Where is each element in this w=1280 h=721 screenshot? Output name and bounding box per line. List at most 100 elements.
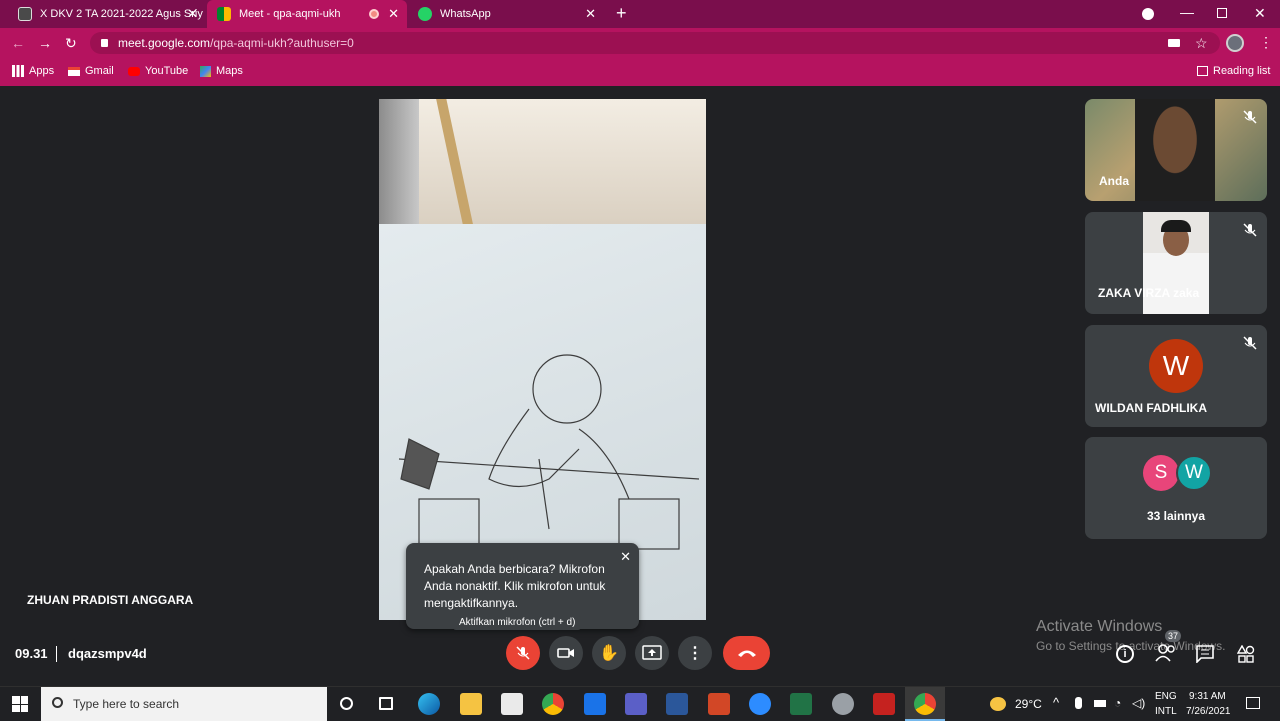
menu-icon[interactable]: ⋮ [1259,35,1273,49]
search-placeholder: Type here to search [73,697,180,711]
tab-classroom[interactable]: X DKV 2 TA 2021-2022 Agus Sriy ✕ [8,0,206,28]
profile-avatar[interactable] [1226,34,1244,52]
chrome-active-item[interactable] [905,687,945,721]
chrome-icon[interactable] [542,693,564,715]
meeting-details-icon[interactable]: i [1116,645,1134,663]
search-icon [52,697,63,708]
bookmark-gmail[interactable]: Gmail [68,65,114,77]
mic-tray-icon[interactable] [1075,697,1082,709]
cortana-icon[interactable] [340,697,353,710]
raise-hand-button[interactable]: ✋ [592,636,626,670]
lang-bottom[interactable]: INTL [1155,706,1177,717]
presenter-name: ZHUAN PRADISTI ANGGARA [27,593,194,607]
close-tab-icon[interactable]: ✕ [388,6,399,22]
bookmark-label: Gmail [85,65,114,77]
chat-icon [1196,645,1214,664]
excel-icon[interactable] [790,693,812,715]
meeting-time: 09.31 [15,646,48,661]
participant-tile-self[interactable]: Anda [1085,99,1267,201]
others-tile[interactable]: S W 33 lainnya [1085,437,1267,539]
minimize-icon[interactable]: — [1180,5,1194,19]
mic-off-icon [1243,223,1257,237]
activities-button[interactable] [1236,644,1255,668]
meet-icon [217,7,231,21]
start-button[interactable] [12,696,28,712]
more-options-button[interactable]: ⋮ [678,636,712,670]
app-icon[interactable] [832,693,854,715]
close-tab-icon[interactable]: ✕ [187,6,198,22]
battery-icon[interactable] [1094,700,1106,707]
present-screen-button[interactable] [635,636,669,670]
teams-icon[interactable] [625,693,647,715]
back-icon[interactable]: ← [11,36,25,50]
clock-date[interactable]: 7/26/2021 [1186,706,1231,717]
new-tab-icon[interactable]: + [616,4,627,22]
camera-toggle-button[interactable] [549,636,583,670]
bookmark-star-icon[interactable]: ☆ [1195,36,1208,50]
clock-time[interactable]: 9:31 AM [1189,691,1226,702]
weather-icon[interactable] [990,697,1006,711]
popup-close-icon[interactable]: ✕ [620,549,631,565]
task-view-icon[interactable] [379,697,393,710]
browser-toolbar: ← → ↻ meet.google.com/qpa-aqmi-ukh?authu… [0,28,1280,58]
volume-icon[interactable]: ◁) [1132,696,1145,710]
maps-icon [200,65,211,77]
participant-tile-wildan[interactable]: W WILDAN FADHLIKA [1085,325,1267,427]
tab-label: Meet - qpa-aqmi-ukh [239,8,341,20]
participant-avatar: W [1149,339,1203,393]
tray-chevron-icon[interactable]: ^ [1053,695,1059,710]
hand-icon: ✋ [599,645,619,662]
meet-stage: Anda ZAKA VIRZA zaka W WILDAN FADHLIKA S… [0,86,1280,686]
file-explorer-icon[interactable] [460,693,482,715]
zoom-icon[interactable] [749,693,771,715]
reload-icon[interactable]: ↻ [65,36,77,50]
end-call-button[interactable] [723,636,770,670]
apps-grid-icon [12,65,24,77]
self-video-face [1135,99,1215,201]
people-button[interactable]: 37 [1155,630,1182,664]
bookmark-maps[interactable]: Maps [200,65,243,77]
bookmark-youtube[interactable]: YouTube [128,65,188,77]
download-manager-icon[interactable] [873,693,895,715]
notification-icon[interactable] [1246,697,1260,709]
present-icon [642,645,662,660]
mail-icon[interactable] [584,693,606,715]
reading-list-button[interactable]: Reading list [1197,65,1270,77]
browser-tab-bar: X DKV 2 TA 2021-2022 Agus Sriy ✕ Meet - … [0,0,1280,28]
participant-name: ZAKA VIRZA zaka [1098,286,1200,300]
windows-logo-icon [12,696,20,704]
bookmark-label: YouTube [145,65,189,77]
taskbar-search-box[interactable]: Type here to search [41,687,327,721]
lang-top[interactable]: ENG [1155,691,1177,702]
mic-off-icon [1243,110,1257,124]
close-window-icon[interactable]: ✕ [1254,6,1266,20]
whatsapp-icon [418,7,432,21]
weather-temp[interactable]: 29°C [1015,697,1042,711]
close-tab-icon[interactable]: ✕ [585,6,596,22]
powerpoint-icon[interactable] [708,693,730,715]
tab-meet[interactable]: Meet - qpa-aqmi-ukh ✕ [207,0,407,28]
others-avatar-s: S [1143,455,1179,491]
reading-list-icon [1197,66,1208,76]
tab-whatsapp[interactable]: WhatsApp ✕ [408,0,604,28]
tab-search-icon[interactable] [1142,8,1154,20]
bookmark-apps[interactable]: Apps [12,65,54,77]
maximize-icon[interactable] [1217,8,1227,18]
participant-tile-zaka[interactable]: ZAKA VIRZA zaka [1085,212,1267,314]
address-bar[interactable]: meet.google.com/qpa-aqmi-ukh?authuser=0 [90,32,1220,54]
camera-icon[interactable] [1168,39,1180,47]
word-icon[interactable] [666,693,688,715]
wifi-icon[interactable]: ◔ [1114,696,1121,710]
edge-icon[interactable] [418,693,440,715]
separator [56,646,57,662]
store-icon[interactable] [501,693,523,715]
chat-button[interactable] [1196,645,1214,668]
youtube-icon [128,66,140,76]
mic-off-icon [516,646,530,660]
mic-shortcut-hint: Aktifkan mikrofon (ctrl + d) [453,615,582,630]
mic-toggle-button[interactable] [506,636,540,670]
forward-icon[interactable]: → [38,36,52,50]
others-avatar-w: W [1176,455,1212,491]
video-camera-icon [557,648,574,658]
windows-taskbar: Type here to search 29°C ^ ◔ ◁) ENG INTL… [0,686,1280,721]
